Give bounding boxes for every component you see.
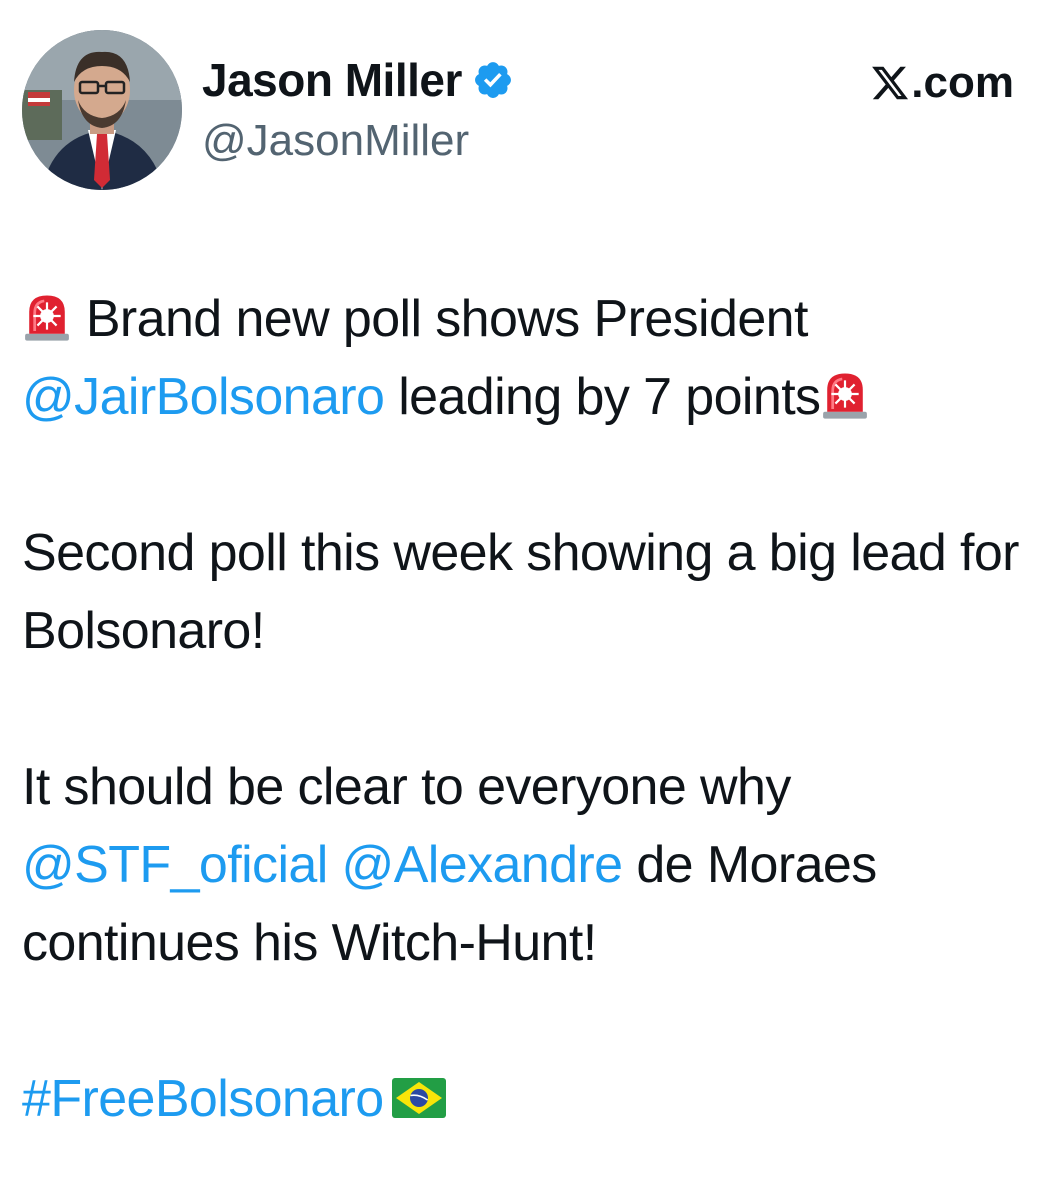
tweet-paragraph-1: Brand new poll shows President @JairBols… bbox=[22, 280, 1032, 436]
author-handle[interactable]: @JasonMiller bbox=[202, 116, 514, 166]
site-label: .com bbox=[911, 58, 1014, 107]
profile-photo bbox=[22, 30, 182, 190]
tweet-header: Jason Miller @JasonMiller .com bbox=[22, 28, 1022, 194]
mention-stf-oficial[interactable]: @STF_oficial bbox=[22, 836, 328, 894]
hashtag-freebolsonaro[interactable]: #FreeBolsonaro bbox=[22, 1070, 384, 1128]
paragraph-1-text-a: Brand new poll shows President bbox=[72, 290, 809, 348]
mention-jairbolsonaro[interactable]: @JairBolsonaro bbox=[22, 368, 385, 426]
siren-icon bbox=[25, 295, 69, 341]
mention-alexandre[interactable]: @Alexandre bbox=[342, 836, 624, 894]
source-site: .com bbox=[870, 58, 1014, 108]
tweet-paragraph-3: It should be clear to everyone why @STF_… bbox=[22, 748, 1032, 982]
verified-badge-icon bbox=[474, 62, 511, 98]
paragraph-1-text-b: leading by 7 points bbox=[384, 368, 821, 426]
siren-icon bbox=[823, 373, 868, 419]
paragraph-3-text-a: It should be clear to everyone why bbox=[22, 758, 791, 816]
tweet-paragraph-4: #FreeBolsonaro bbox=[22, 1060, 1032, 1138]
author-display-name[interactable]: Jason Miller bbox=[202, 53, 462, 107]
brazil-flag-icon bbox=[391, 1078, 446, 1118]
author-info: Jason Miller @JasonMiller bbox=[202, 52, 514, 166]
avatar[interactable] bbox=[22, 30, 182, 190]
x-logo-icon bbox=[872, 66, 909, 100]
tweet-text: Brand new poll shows President @JairBols… bbox=[22, 280, 1032, 1138]
tweet-paragraph-2: Second poll this week showing a big lead… bbox=[22, 524, 1020, 660]
